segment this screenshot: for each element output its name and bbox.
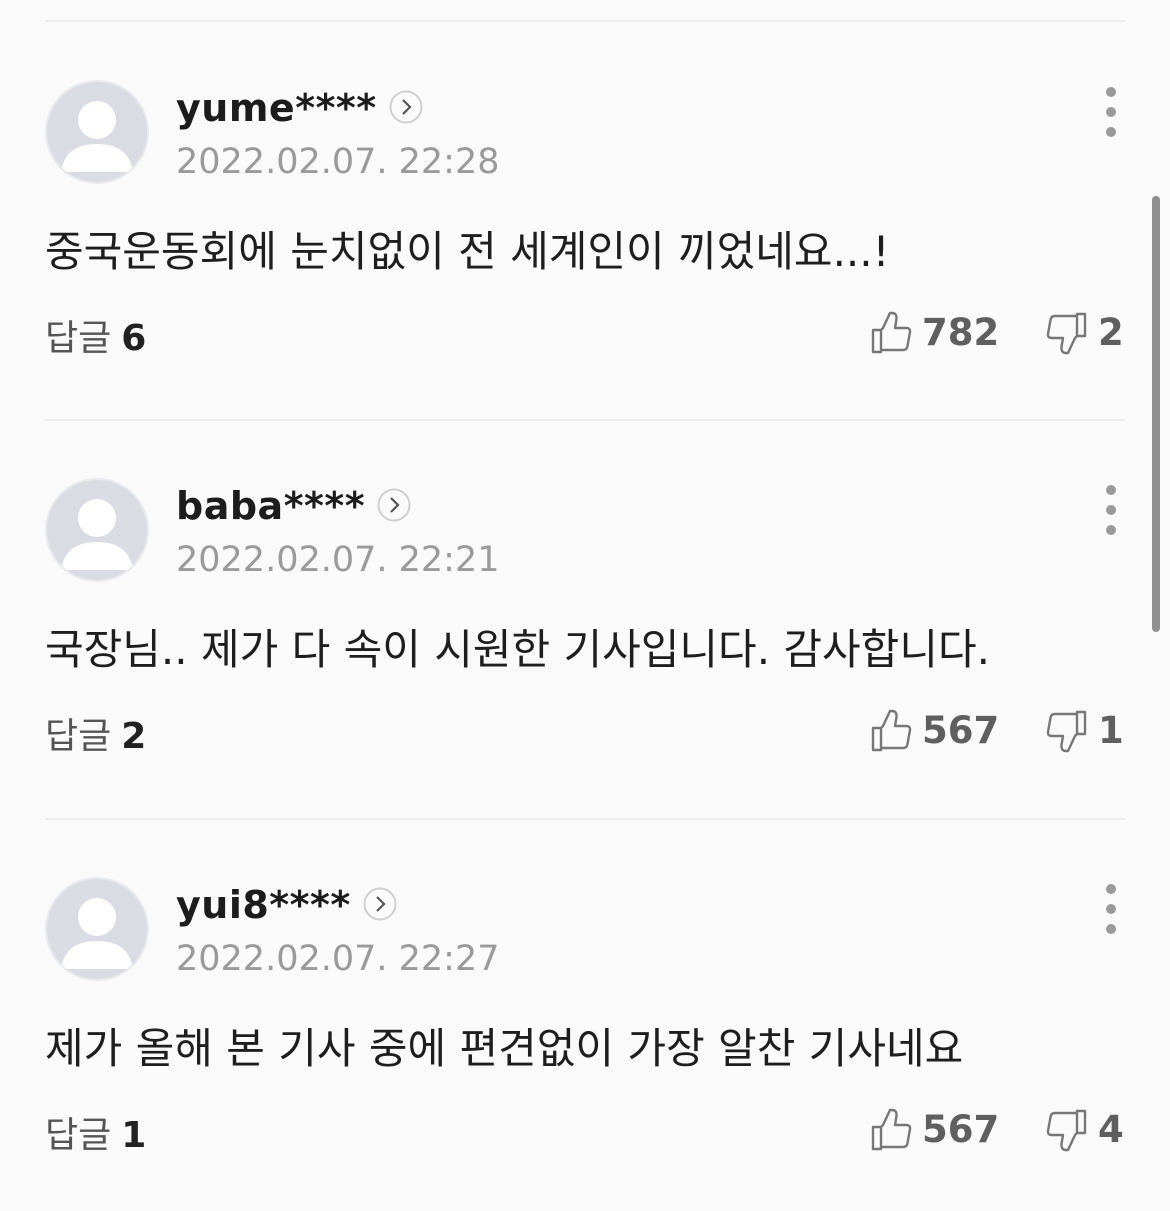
dislike-button[interactable]: 2 (1046, 310, 1124, 362)
username[interactable]: yume**** (176, 84, 423, 132)
thumbs-up-icon (871, 311, 912, 354)
avatar[interactable] (45, 877, 149, 981)
chevron-right-icon[interactable] (377, 488, 411, 522)
thumbs-down-icon (1046, 710, 1087, 753)
timestamp: 2022.02.07. 22:27 (176, 939, 500, 979)
username[interactable]: baba**** (176, 482, 411, 530)
default-user-avatar-icon (61, 499, 133, 570)
reply-button[interactable]: 답글 1 (45, 1113, 146, 1159)
dislike-button[interactable]: 4 (1046, 1107, 1124, 1159)
comment-text: 제가 올해 본 기사 중에 편견없이 가장 알찬 기사네요 (45, 1024, 964, 1073)
like-button[interactable]: 567 (870, 708, 999, 760)
default-user-avatar-icon (61, 101, 133, 172)
more-vertical-icon[interactable] (1096, 484, 1126, 536)
timestamp: 2022.02.07. 22:28 (176, 142, 500, 182)
reply-count: 1 (121, 1115, 147, 1156)
like-count: 567 (922, 1108, 1000, 1151)
chevron-right-icon[interactable] (363, 887, 397, 921)
avatar[interactable] (45, 478, 149, 582)
like-count: 782 (922, 311, 1000, 354)
avatar[interactable] (45, 80, 149, 184)
timestamp: 2022.02.07. 22:21 (176, 540, 500, 580)
reply-count: 2 (121, 716, 147, 757)
reply-count: 6 (121, 318, 147, 359)
thumbs-down-icon (1046, 312, 1087, 355)
more-vertical-icon[interactable] (1096, 86, 1126, 138)
username-text[interactable]: yui8**** (176, 883, 351, 927)
like-button[interactable]: 567 (870, 1107, 999, 1159)
dislike-count: 1 (1098, 709, 1124, 752)
thumbs-down-icon (1046, 1109, 1087, 1152)
reply-button[interactable]: 답글 6 (45, 316, 146, 362)
thumbs-up-icon (871, 709, 912, 752)
like-button[interactable]: 782 (870, 310, 999, 362)
chevron-right-icon[interactable] (389, 90, 423, 124)
reply-label: 답글 (45, 318, 112, 359)
comment-text: 국장님.. 제가 다 속이 시원한 기사입니다. 감사합니다. (45, 625, 990, 674)
reply-label: 답글 (45, 716, 112, 757)
comment-item: yui8**** 2022.02.07. 22:27 제가 올해 본 기사 중에… (0, 797, 1170, 1195)
scrollbar[interactable] (1152, 196, 1160, 632)
comment-list: yume**** 2022.02.07. 22:28 중국운동회에 눈치없이 전… (0, 0, 1170, 1211)
comment-item: baba**** 2022.02.07. 22:21 국장님.. 제가 다 속이… (0, 398, 1170, 796)
thumbs-up-icon (871, 1108, 912, 1151)
reply-label: 답글 (45, 1115, 112, 1156)
dislike-button[interactable]: 1 (1046, 708, 1124, 760)
username[interactable]: yui8**** (176, 881, 397, 929)
more-vertical-icon[interactable] (1096, 883, 1126, 935)
username-text[interactable]: yume**** (176, 86, 377, 130)
dislike-count: 2 (1098, 311, 1124, 354)
reply-button[interactable]: 답글 2 (45, 714, 146, 760)
like-count: 567 (922, 709, 1000, 752)
comment-item: yume**** 2022.02.07. 22:28 중국운동회에 눈치없이 전… (0, 0, 1170, 398)
comment-text: 중국운동회에 눈치없이 전 세계인이 끼었네요...! (45, 227, 890, 276)
username-text[interactable]: baba**** (176, 484, 365, 528)
default-user-avatar-icon (61, 898, 133, 969)
dislike-count: 4 (1098, 1108, 1124, 1151)
